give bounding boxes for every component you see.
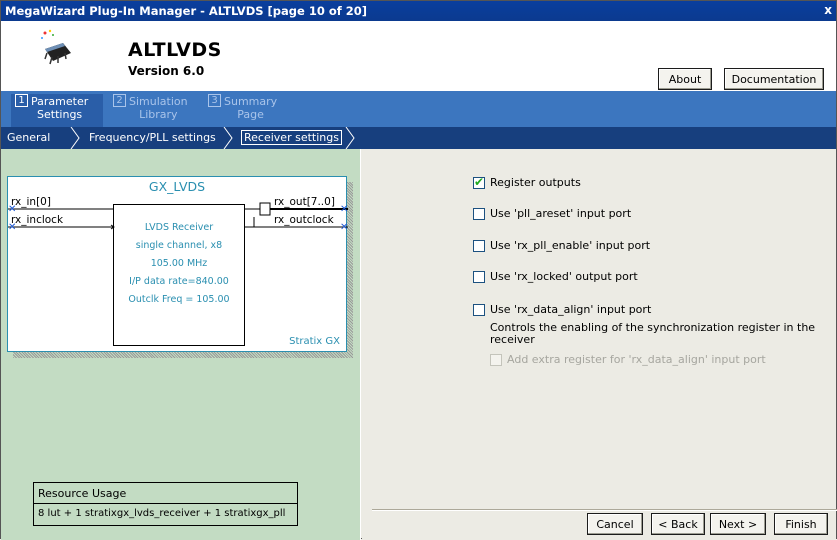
checkbox-register-outputs[interactable] xyxy=(473,175,485,189)
step-bar: 1 Parameter Settings 2 Simulation Librar… xyxy=(1,91,836,127)
window-title: MegaWizard Plug-In Manager - ALTLVDS [pa… xyxy=(5,4,367,18)
checkbox-pll-areset[interactable] xyxy=(473,207,485,220)
block-line: Outclk Freq = 105.00 xyxy=(128,294,230,305)
step-label: Summary Page xyxy=(224,95,278,121)
sub-tab-bar: General Frequency/PLL settings Receiver … xyxy=(1,127,836,149)
chevron-right-icon xyxy=(223,127,233,149)
extra-register-option[interactable]: Add extra register for 'rx_data_align' i… xyxy=(490,353,766,366)
block-line: I/P data rate=840.00 xyxy=(129,276,229,287)
next-label: Next > xyxy=(718,517,758,531)
lvds-receiver-block: LVDS Receiver single channel, x8 105.00 … xyxy=(113,204,245,346)
block-line: 105.00 MHz xyxy=(150,258,208,269)
step-number: 3 xyxy=(208,94,221,107)
option-label: Add extra register for 'rx_data_align' i… xyxy=(507,353,766,366)
rx-pll-enable-option[interactable]: Use 'rx_pll_enable' input port xyxy=(473,239,650,252)
wizard-window: MegaWizard Plug-In Manager - ALTLVDS [pa… xyxy=(0,0,837,540)
component-version: Version 6.0 xyxy=(128,64,205,78)
checkbox-rx-pll-enable[interactable] xyxy=(473,239,485,252)
footer-separator xyxy=(372,509,837,511)
step-simulation-library[interactable]: 2 Simulation Library xyxy=(109,94,201,126)
tab-receiver-settings[interactable]: Receiver settings xyxy=(241,130,342,145)
option-label: Use 'rx_locked' output port xyxy=(490,270,638,283)
about-label: About xyxy=(668,72,702,86)
rx-locked-option[interactable]: Use 'rx_locked' output port xyxy=(473,270,638,283)
port-rx-in: rx_in[0] xyxy=(11,196,51,208)
back-button[interactable]: < Back xyxy=(651,513,705,535)
block-line: single channel, x8 xyxy=(135,240,223,251)
step-summary-page[interactable]: 3 Summary Page xyxy=(204,94,296,126)
close-icon[interactable]: x xyxy=(824,3,832,17)
options-panel: Register outputs Use 'pll_areset' input … xyxy=(362,149,836,540)
step-number: 1 xyxy=(15,94,28,107)
finish-label: Finish xyxy=(785,517,817,531)
checkbox-rx-data-align[interactable] xyxy=(473,303,485,316)
chip-logo-icon xyxy=(41,29,71,65)
tab-general[interactable]: General xyxy=(7,131,50,144)
chevron-right-icon xyxy=(345,127,355,149)
documentation-button[interactable]: Documentation xyxy=(724,68,824,90)
finish-button[interactable]: Finish xyxy=(774,513,828,535)
step-label: Parameter Settings xyxy=(31,95,89,121)
resource-usage-title: Resource Usage xyxy=(34,483,297,504)
block-line: LVDS Receiver xyxy=(144,222,214,233)
back-label: < Back xyxy=(658,517,698,531)
pll-areset-option[interactable]: Use 'pll_areset' input port xyxy=(473,207,631,220)
svg-text:✕: ✕ xyxy=(340,204,348,215)
port-rx-outclock: rx_outclock xyxy=(274,214,334,226)
register-outputs-option[interactable]: Register outputs xyxy=(473,175,581,189)
option-label: Register outputs xyxy=(490,176,581,189)
step-number: 2 xyxy=(113,94,126,107)
port-rx-out: rx_out[7..0] xyxy=(274,196,335,208)
title-bar: MegaWizard Plug-In Manager - ALTLVDS [pa… xyxy=(1,1,836,21)
documentation-label: Documentation xyxy=(731,72,817,86)
resource-usage-value: 8 lut + 1 stratixgx_lvds_receiver + 1 st… xyxy=(38,508,286,519)
about-button[interactable]: About xyxy=(658,68,712,90)
svg-text:✕: ✕ xyxy=(340,222,348,233)
cancel-label: Cancel xyxy=(596,517,634,531)
cancel-button[interactable]: Cancel xyxy=(587,513,643,535)
option-label: Use 'rx_data_align' input port xyxy=(490,303,652,316)
device-family-label: Stratix GX xyxy=(289,336,340,347)
step-parameter-settings[interactable]: 1 Parameter Settings xyxy=(11,94,103,127)
block-diagram: GX_LVDS ✕ ✕ ✕ ✕ rx_in[0] rx_inclock rx_o… xyxy=(7,176,348,352)
component-name: ALTLVDS xyxy=(128,39,222,61)
resource-usage-box: Resource Usage 8 lut + 1 stratixgx_lvds_… xyxy=(33,482,298,526)
tab-frequency-pll-settings[interactable]: Frequency/PLL settings xyxy=(89,131,216,144)
rx-data-align-description: Controls the enabling of the synchroniza… xyxy=(490,321,816,346)
option-label: Use 'pll_areset' input port xyxy=(490,207,632,220)
checkbox-extra-register[interactable] xyxy=(490,353,502,366)
step-label: Simulation Library xyxy=(129,95,188,121)
next-button[interactable]: Next > xyxy=(710,513,766,535)
option-label: Use 'rx_pll_enable' input port xyxy=(490,239,651,252)
diagram-panel: GX_LVDS ✕ ✕ ✕ ✕ rx_in[0] rx_inclock rx_o… xyxy=(1,149,361,540)
chevron-right-icon xyxy=(70,127,80,149)
rx-data-align-option[interactable]: Use 'rx_data_align' input port xyxy=(473,303,651,316)
checkbox-rx-locked[interactable] xyxy=(473,270,485,283)
port-rx-inclock: rx_inclock xyxy=(11,214,64,226)
